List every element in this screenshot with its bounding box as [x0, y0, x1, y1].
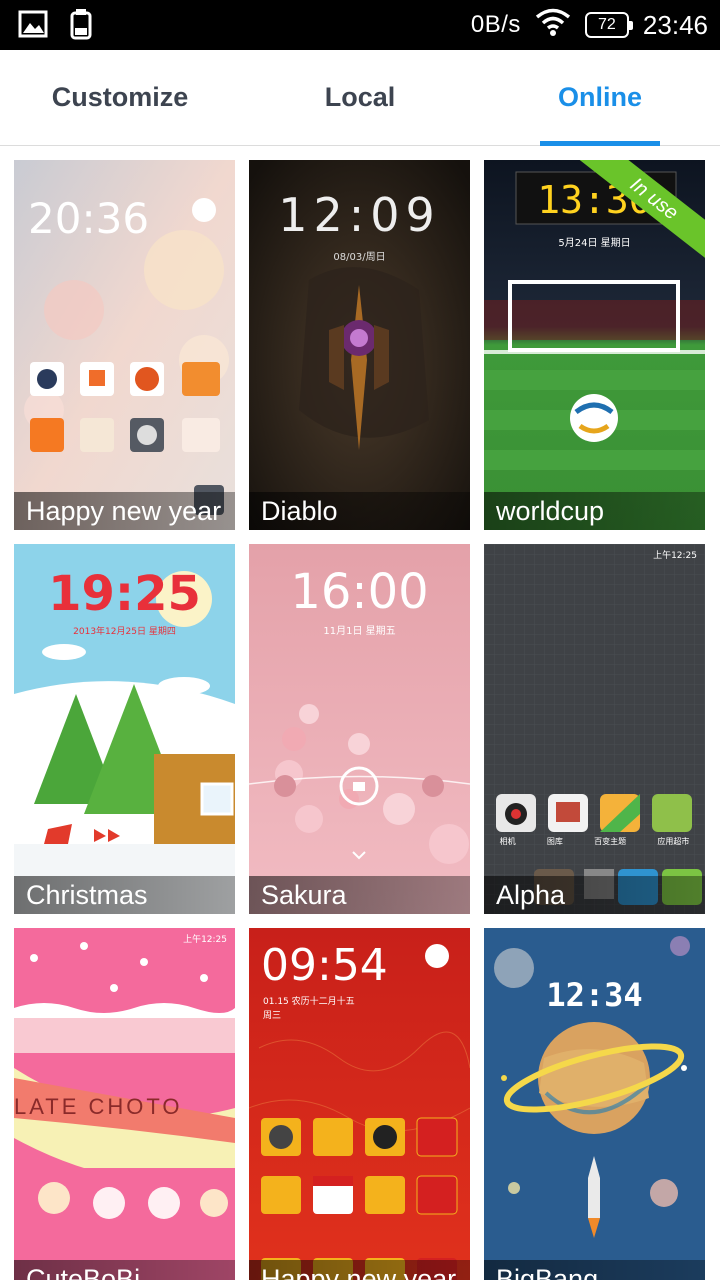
preview-date: 5月24日 星期日	[558, 238, 631, 249]
theme-name: worldcup	[484, 492, 705, 530]
theme-card-christmas[interactable]: 19:25 2013年12月25日 星期四 Christmas	[14, 544, 235, 914]
preview-clock: 12:09	[278, 188, 441, 242]
theme-name: BigBang	[484, 1260, 705, 1280]
status-bar: 0B/s 72 23:46	[0, 0, 720, 50]
preview-date: 08/03/周日	[333, 252, 386, 263]
preview-clock: 20:36	[28, 194, 150, 243]
theme-name: Happy new year	[14, 492, 235, 530]
theme-card-diablo[interactable]: 12:09 08/03/周日 Diablo	[249, 160, 470, 530]
preview-clock: 19:25	[48, 566, 201, 622]
theme-card-sakura[interactable]: 16:00 11月1日 星期五 Sakura	[249, 544, 470, 914]
preview-clock: 12:34	[546, 976, 643, 1014]
battery-level: 72	[598, 16, 616, 33]
app-label: 相机	[499, 837, 516, 846]
wifi-icon	[535, 8, 571, 43]
theme-preview	[484, 544, 705, 914]
theme-name: CuteBoBi	[14, 1260, 235, 1280]
tab-local[interactable]: Local	[240, 50, 480, 145]
image-icon	[18, 10, 48, 43]
preview-status-time: 上午12:25	[183, 935, 227, 945]
theme-name: Happy new year	[249, 1260, 470, 1280]
theme-name: Sakura	[249, 876, 470, 914]
preview-app-labels: 相机 图库 百变主题 应用超市	[484, 836, 705, 847]
theme-card-happy-new-year[interactable]: 20:36 Happy new year	[14, 160, 235, 530]
app-label: 图库	[546, 837, 563, 846]
preview-weekday: 周三	[263, 1011, 282, 1021]
tab-bar: Customize Local Online	[0, 50, 720, 146]
preview-date: 11月1日 星期五	[323, 626, 396, 637]
app-label: 百变主题	[594, 837, 627, 846]
preview-date: 2013年12月25日 星期四	[73, 627, 176, 637]
tab-online[interactable]: Online	[480, 50, 720, 145]
clipboard-icon	[70, 8, 92, 45]
status-clock: 23:46	[642, 9, 708, 40]
theme-card-cutebobi[interactable]: 上午12:25 LATE CHOTO CuteBoBi	[14, 928, 235, 1280]
preview-clock: 09:54	[261, 940, 388, 991]
tab-customize[interactable]: Customize	[0, 50, 240, 145]
theme-grid: 20:36 Happy new year 12:09 08/03/周日 Diab…	[0, 160, 720, 1280]
theme-name: Christmas	[14, 876, 235, 914]
theme-name: Alpha	[484, 876, 705, 914]
preview-status-time: 上午12:25	[653, 551, 697, 561]
theme-card-alpha[interactable]: 上午12:25 相机 图库 百变主题 应用超市 Alpha	[484, 544, 705, 914]
theme-card-bigbang[interactable]: 12:34 BigBang	[484, 928, 705, 1280]
preview-clock: 16:00	[290, 564, 429, 620]
battery-icon: 72	[584, 12, 633, 38]
theme-card-happy-new-year-red[interactable]: 09:54 01.15 农历十二月十五 周三 Happy new year	[249, 928, 470, 1280]
theme-name: Diablo	[249, 492, 470, 530]
preview-date: 01.15 农历十二月十五	[263, 997, 355, 1007]
app-label: 应用超市	[657, 837, 690, 846]
network-speed: 0B/s	[470, 11, 521, 38]
preview-banner-text: LATE CHOTO	[14, 1094, 183, 1119]
theme-card-worldcup[interactable]: 13:30 5月24日 星期日 In use worldcup	[484, 160, 705, 530]
